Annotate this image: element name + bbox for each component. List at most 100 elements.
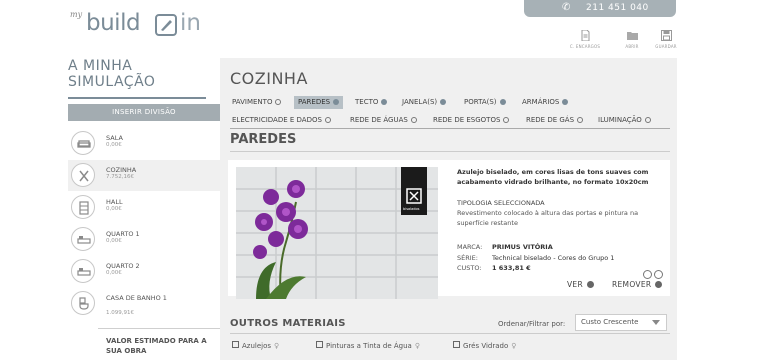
room-item-quarto-2[interactable]: QUARTO 2 0,00€ xyxy=(68,256,220,287)
product-description: Azulejo biselado, em cores lisas de tons… xyxy=(457,168,649,186)
room-price: 0,00€ xyxy=(106,238,122,244)
insert-room-button[interactable]: INSERIR DIVISÃO xyxy=(68,104,220,121)
brand-logo-icon xyxy=(406,188,422,204)
series-row: SÉRIE: Technical biselado - Cores do Grup… xyxy=(457,254,614,262)
sidebar-title-line2: SIMULAÇÃO xyxy=(68,74,156,90)
tab-rede-aguas[interactable]: REDE DE ÁGUAS xyxy=(346,114,421,127)
divider xyxy=(68,97,206,99)
encargos-button[interactable]: C. ENCARGOS xyxy=(565,30,605,49)
typology-value: Revestimento colocado à altura das porta… xyxy=(457,209,639,227)
material-filter-gres-vidrado[interactable]: Grés Vidrado ♀ xyxy=(453,341,516,350)
checkbox[interactable] xyxy=(232,341,239,348)
logo-brand: build xyxy=(86,10,141,36)
divider xyxy=(98,328,220,329)
room-price: 7.752,16€ xyxy=(106,174,134,180)
logo-suffix: in xyxy=(180,10,201,36)
tab-electricidade[interactable]: ELECTRICIDADE E DADOS xyxy=(228,114,335,127)
room-name: QUARTO 2 xyxy=(106,262,140,270)
status-checked-icon xyxy=(333,99,340,105)
status-empty-icon xyxy=(644,117,651,123)
toolbar-label: C. ENCARGOS xyxy=(569,44,601,49)
room-item-sala[interactable]: SALA 0,00€ xyxy=(68,128,220,159)
room-price: 1.099,91€ xyxy=(106,310,134,316)
save-button[interactable]: GUARDAR xyxy=(646,30,686,49)
divider xyxy=(230,151,670,152)
status-empty-icon xyxy=(410,117,417,123)
tab-portas[interactable]: PORTA(S) xyxy=(460,96,510,109)
view-button[interactable]: VER xyxy=(567,280,594,289)
arrow-right-icon xyxy=(586,281,594,288)
tab-label: PAREDES xyxy=(298,98,331,106)
save-icon xyxy=(660,30,672,41)
room-item-hall[interactable]: HALL 0,00€ xyxy=(68,192,220,223)
lightbulb-icon: ♀ xyxy=(511,342,517,350)
room-price: 0,00€ xyxy=(106,142,122,148)
material-filter-azulejos[interactable]: Azulejos ♀ xyxy=(232,341,279,350)
tab-label: REDE DE ESGOTOS xyxy=(433,116,501,124)
tab-rede-gas[interactable]: REDE DE GÁS xyxy=(522,114,587,127)
room-item-quarto-1[interactable]: QUARTO 1 0,00€ xyxy=(68,224,220,255)
lightbulb-icon: ♀ xyxy=(274,342,280,350)
material-label: Grés Vidrado xyxy=(463,342,509,350)
product-image[interactable]: bisalados xyxy=(236,167,438,299)
sidebar: A MINHA SIMULAÇÃO INSERIR DIVISÃO SALA 0… xyxy=(68,58,220,360)
tab-label: PAVIMENTO xyxy=(232,98,273,106)
divider xyxy=(230,333,670,334)
lightbulb-icon: ♀ xyxy=(414,342,420,350)
material-label: Azulejos xyxy=(242,342,272,350)
tab-iluminacao[interactable]: ILUMINAÇÃO xyxy=(594,114,655,127)
checkbox[interactable] xyxy=(453,341,460,348)
tab-armarios[interactable]: ARMÁRIOS xyxy=(518,96,572,109)
divider xyxy=(230,128,670,129)
status-empty-icon xyxy=(324,117,331,123)
room-name: COZINHA xyxy=(106,166,137,174)
section-title: PAREDES xyxy=(230,132,297,147)
bed-icon xyxy=(71,259,95,283)
brand-label: MARCA: xyxy=(457,243,483,251)
tab-label: JANELA(S) xyxy=(402,98,438,106)
tab-label: TECTO xyxy=(355,98,379,106)
tab-pavimento[interactable]: PAVIMENTO xyxy=(228,96,285,109)
room-item-cozinha[interactable]: COZINHA 7.752,16€ xyxy=(68,160,220,191)
cost-row: CUSTO: 1 633,81 € xyxy=(457,264,531,272)
remove-button[interactable]: REMOVER xyxy=(612,280,663,289)
tab-label: REDE DE GÁS xyxy=(526,116,575,124)
room-item-casa-de-banho-1[interactable]: CASA DE BANHO 1 1.099,91€ xyxy=(68,288,220,319)
euro-coin-icon[interactable] xyxy=(654,270,663,279)
room-price: 0,00€ xyxy=(106,206,122,212)
material-filter-pinturas[interactable]: Pinturas a Tinta de Água ♀ xyxy=(316,341,420,350)
cost-label: CUSTO: xyxy=(457,264,482,272)
material-label: Pinturas a Tinta de Água xyxy=(326,342,412,350)
tab-tecto[interactable]: TECTO xyxy=(351,96,391,109)
checkbox[interactable] xyxy=(316,341,323,348)
product-card: bisalados Azulejo biselado, em cores lis… xyxy=(228,160,670,299)
brand-badge: bisalados xyxy=(401,167,427,215)
order-label: Ordenar/Filtrar por: xyxy=(498,320,566,328)
euro-coin-icon[interactable] xyxy=(643,270,652,279)
order-select[interactable]: Custo Crescente xyxy=(575,314,667,331)
room-name: CASA DE BANHO 1 xyxy=(106,294,167,302)
sofa-icon xyxy=(71,131,95,155)
room-title: COZINHA xyxy=(230,69,308,88)
sidebar-title: A MINHA SIMULAÇÃO xyxy=(68,58,155,90)
tab-paredes[interactable]: PAREDES xyxy=(294,96,344,109)
status-empty-icon xyxy=(577,117,584,123)
other-materials-title: OUTROS MATERIAIS xyxy=(230,318,346,329)
brand-value: PRIMUS VITÓRIA xyxy=(492,243,553,251)
tab-janelas[interactable]: JANELA(S) xyxy=(398,96,450,109)
shelf-icon xyxy=(71,195,95,219)
tab-label: PORTA(S) xyxy=(464,98,497,106)
typology-label: TIPOLOGIA SELECCIONADA xyxy=(457,199,545,207)
status-checked-icon xyxy=(499,99,506,105)
document-icon xyxy=(581,30,589,41)
view-label: VER xyxy=(567,280,583,289)
tab-label: ARMÁRIOS xyxy=(522,98,560,106)
status-checked-icon xyxy=(381,99,388,105)
toolbar-label: GUARDAR xyxy=(655,44,677,49)
tab-rede-esgotos[interactable]: REDE DE ESGOTOS xyxy=(429,114,513,127)
cutlery-icon xyxy=(71,163,95,187)
tab-label: REDE DE ÁGUAS xyxy=(350,116,408,124)
logo-pencil-icon xyxy=(155,14,177,36)
room-name: HALL xyxy=(106,198,123,206)
series-label: SÉRIE: xyxy=(457,254,478,262)
